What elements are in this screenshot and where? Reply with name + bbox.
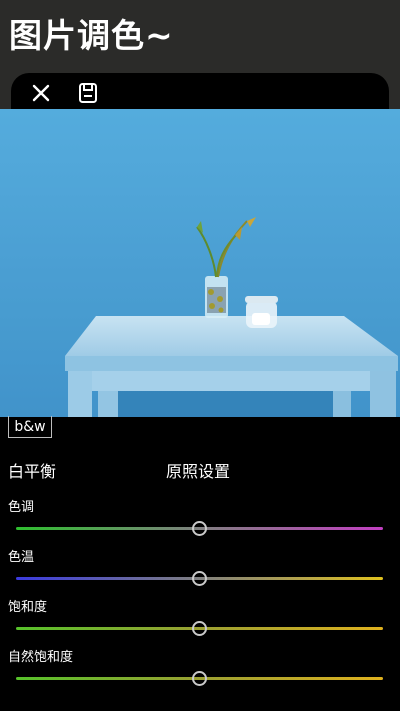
slider-label-hue: 色调 <box>8 500 35 515</box>
save-button[interactable] <box>74 79 102 107</box>
photo-preview <box>0 109 400 417</box>
close-icon <box>32 84 50 102</box>
slider-thumb-vibrance[interactable] <box>191 671 207 686</box>
save-icon <box>79 83 97 103</box>
toolbar <box>11 73 389 113</box>
slider-label-vibrance: 自然饱和度 <box>8 650 74 665</box>
white-balance-label: 白平衡 <box>8 462 57 481</box>
close-button[interactable] <box>27 79 55 107</box>
slider-thumb-temperature[interactable] <box>191 571 207 586</box>
slider-label-saturation: 饱和度 <box>8 600 48 615</box>
reset-original-button[interactable]: 原照设置 <box>166 458 230 482</box>
slider-thumb-hue[interactable] <box>191 521 207 536</box>
slider-thumb-saturation[interactable] <box>191 621 207 636</box>
slider-label-temperature: 色温 <box>8 550 35 565</box>
page-title: 图片调色~ <box>9 16 174 55</box>
bw-filter-button[interactable]: b&w <box>8 416 52 438</box>
